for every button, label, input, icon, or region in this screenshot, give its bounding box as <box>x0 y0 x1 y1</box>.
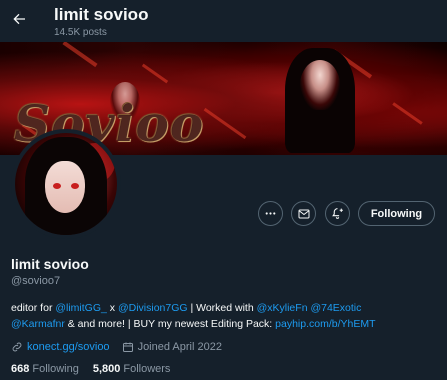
profile-display-name: limit sovioo <box>11 256 89 272</box>
notifications-button[interactable] <box>325 201 350 226</box>
more-icon <box>265 212 276 215</box>
avatar-face <box>45 161 85 213</box>
following-count[interactable]: 668 Following <box>11 363 79 375</box>
top-bar: limit sovioo 14.5K posts <box>0 0 447 42</box>
bio-text: editor for <box>11 302 56 314</box>
profile-bio: editor for @limitGG_ x @Division7GG | Wo… <box>11 300 439 332</box>
banner-character <box>300 60 340 110</box>
profile-handle: @sovioo7 <box>11 275 61 287</box>
followers-count[interactable]: 5,800 Followers <box>93 363 171 375</box>
profile-meta: konect.gg/sovioo Joined April 2022 <box>11 341 234 353</box>
following-button[interactable]: Following <box>358 201 435 226</box>
banner-decoration <box>141 63 169 84</box>
banner-decoration <box>203 107 247 140</box>
bio-mention[interactable]: @Karmafnr <box>11 318 65 330</box>
more-options-button[interactable] <box>258 201 283 226</box>
header-post-count: 14.5K posts <box>54 27 107 38</box>
bio-mention[interactable]: @Division7GG <box>118 302 188 314</box>
bio-text: & and more! | BUY my newest Editing Pack… <box>64 318 276 330</box>
link-icon <box>12 342 22 352</box>
banner-decoration <box>392 102 423 125</box>
bio-mention[interactable]: @xKylieFn <box>257 302 308 314</box>
avatar[interactable] <box>11 129 121 239</box>
avatar-image <box>15 133 117 235</box>
joined-item: Joined April 2022 <box>122 341 222 353</box>
header-profile-name: limit sovioo <box>54 5 149 24</box>
following-label: Following <box>32 363 79 375</box>
avatar-eye <box>53 183 61 189</box>
follow-counts: 668 Following 5,800 Followers <box>11 363 184 375</box>
calendar-icon <box>122 342 133 352</box>
bio-text: x <box>106 302 118 314</box>
banner-decoration <box>62 42 98 68</box>
bio-link[interactable]: payhip.com/b/YhEMT <box>275 318 375 330</box>
avatar-eye <box>71 183 79 189</box>
bio-mention[interactable]: @limitGG_ <box>55 302 107 314</box>
website-link[interactable]: konect.gg/sovioo <box>27 341 110 353</box>
bio-text: | Worked with <box>187 302 257 314</box>
following-number: 668 <box>11 363 30 375</box>
message-button[interactable] <box>291 201 316 226</box>
joined-date: Joined April 2022 <box>137 341 222 353</box>
followers-label: Followers <box>123 363 171 375</box>
followers-number: 5,800 <box>92 363 121 375</box>
website-item: konect.gg/sovioo <box>11 341 110 353</box>
bell-plus-icon <box>332 208 343 219</box>
back-arrow-icon[interactable] <box>8 8 30 30</box>
bio-mention[interactable]: @74Exotic <box>310 302 361 314</box>
mail-icon <box>298 209 309 218</box>
